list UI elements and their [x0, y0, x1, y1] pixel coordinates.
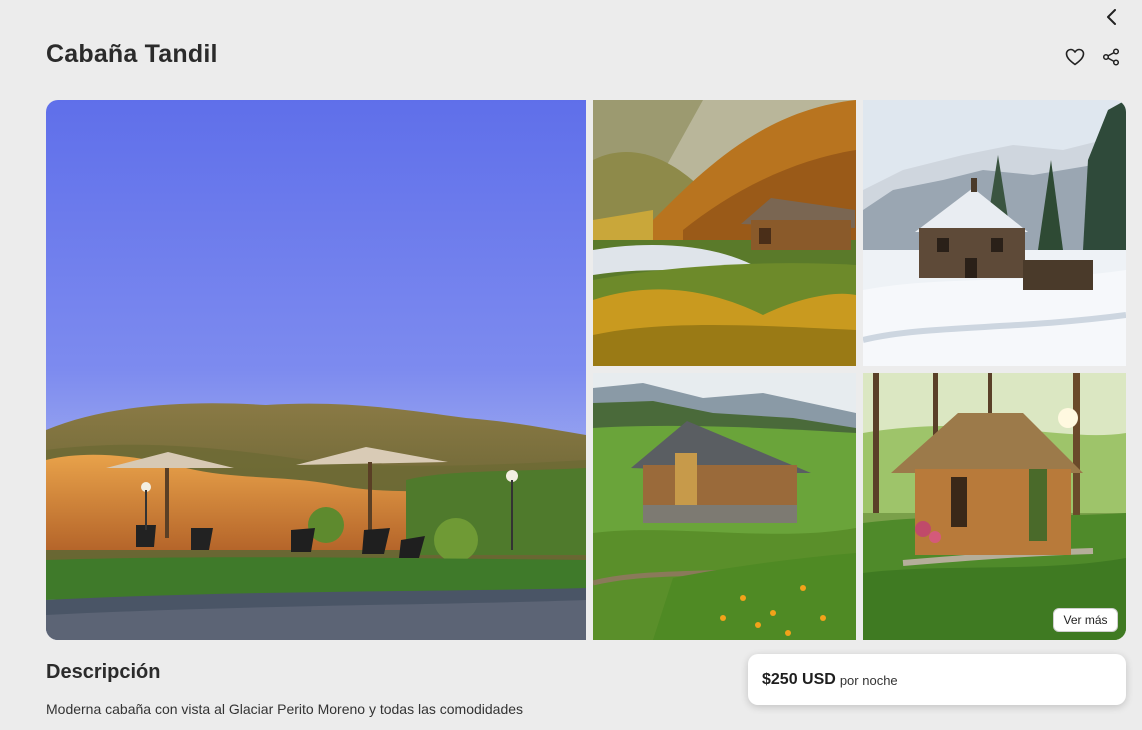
cabin-photo-forest[interactable] [863, 373, 1126, 640]
share-icon [1102, 48, 1120, 66]
price-card: $250 USD por noche [748, 654, 1126, 705]
heart-icon [1065, 48, 1085, 66]
cabin-photo-snow[interactable] [863, 100, 1126, 366]
favorite-button[interactable] [1064, 46, 1086, 68]
description-text: Moderna cabaña con vista al Glaciar Peri… [46, 701, 524, 717]
main-photo[interactable] [46, 100, 586, 640]
chevron-left-icon [1107, 9, 1116, 25]
listing-page: Cabaña Tandil Ver más Descripción Modern… [0, 0, 1142, 730]
photo-gallery [46, 100, 1126, 640]
listing-actions [1064, 46, 1122, 68]
page-title: Cabaña Tandil [46, 40, 218, 68]
back-button[interactable] [1101, 6, 1123, 28]
cabin-photo-hillside[interactable] [593, 373, 856, 640]
price-unit: por noche [839, 673, 898, 688]
description-heading: Descripción [46, 661, 161, 683]
cabin-photo-autumn[interactable] [593, 100, 856, 366]
see-more-photos-button[interactable]: Ver más [1053, 608, 1118, 632]
share-button[interactable] [1100, 46, 1122, 68]
price-amount: $250 USD [762, 670, 836, 688]
